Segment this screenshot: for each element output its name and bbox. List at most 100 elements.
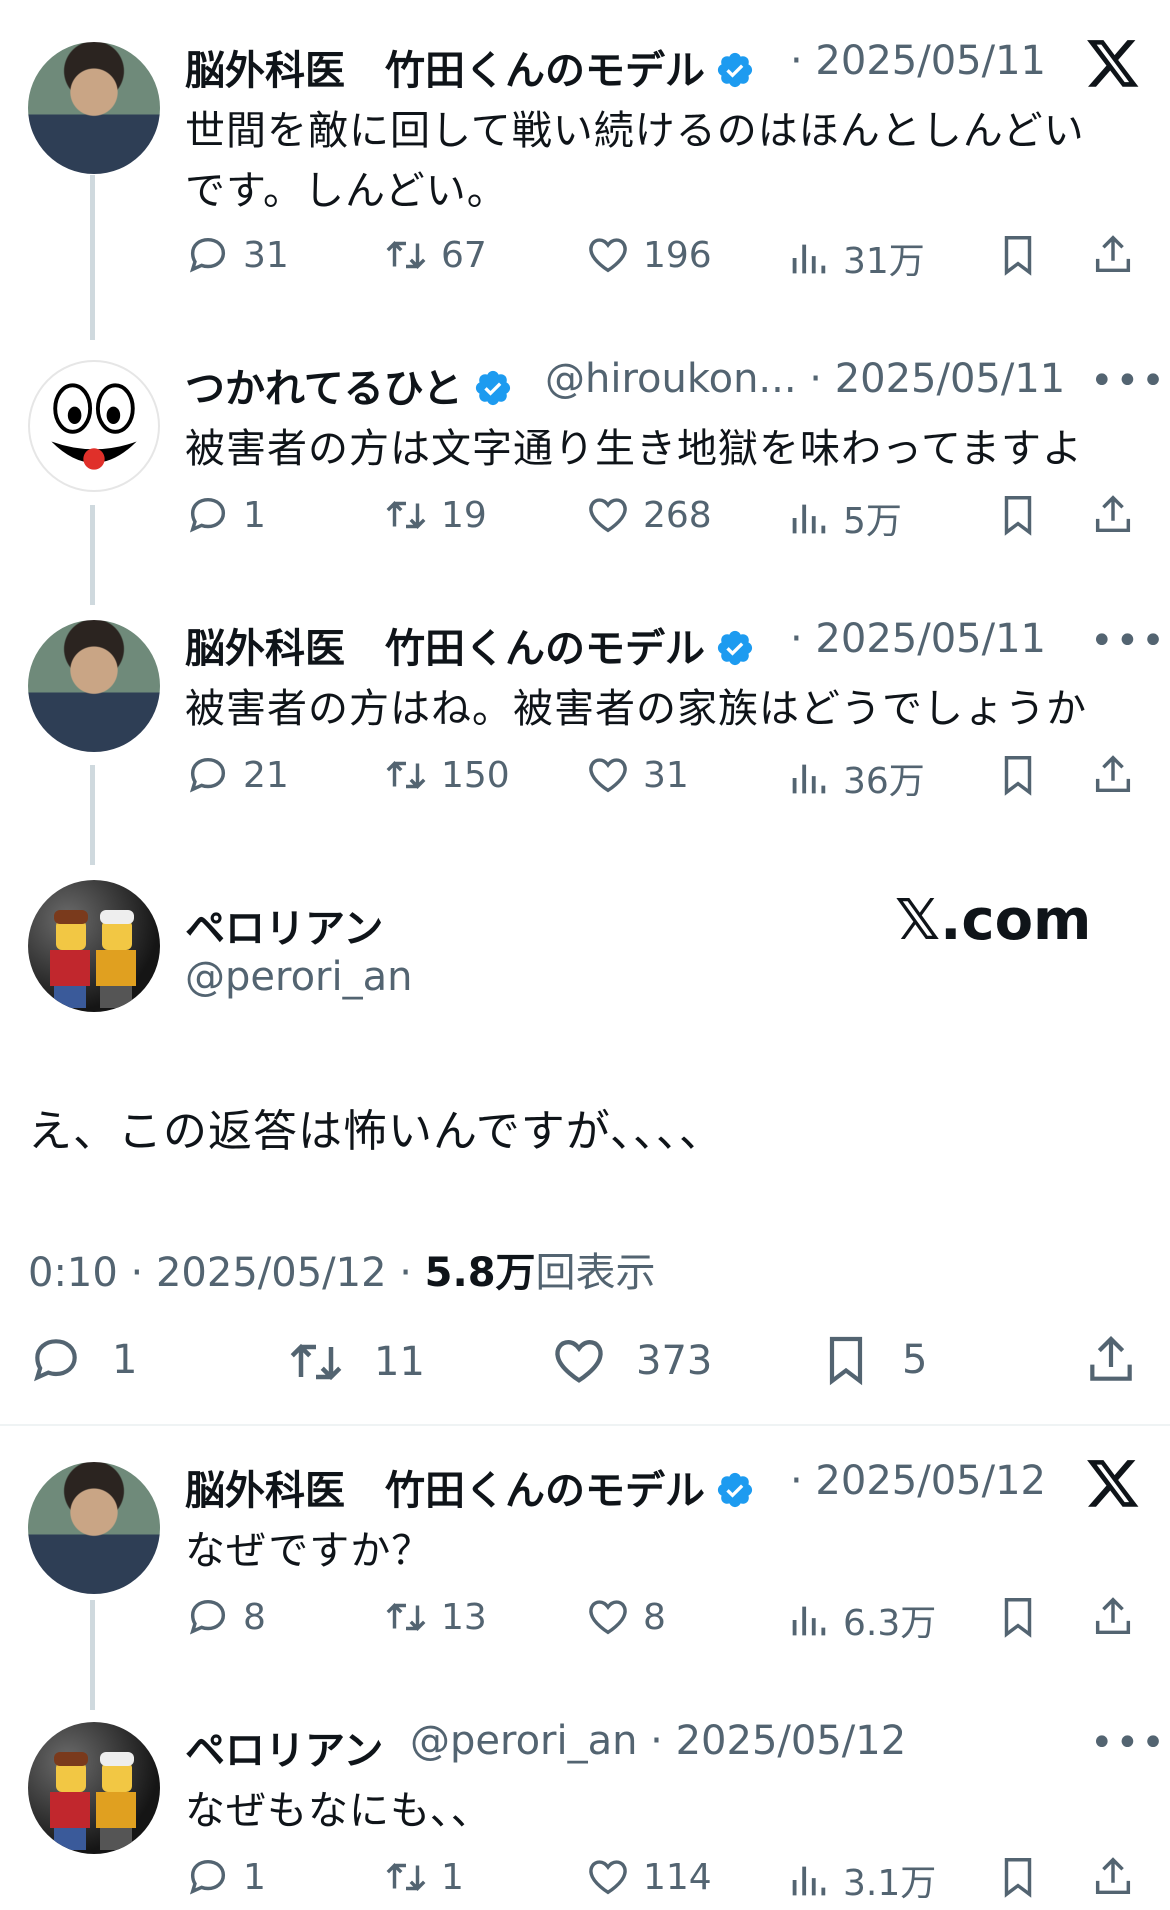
author-name[interactable]: ペロリアン <box>185 1718 383 1776</box>
verified-badge-icon <box>717 630 753 666</box>
x-logo-icon <box>1087 1460 1139 1507</box>
action-bar: 21 150 31 36万 <box>185 752 1145 808</box>
heart-icon <box>589 1860 627 1895</box>
repost-icon <box>386 1603 426 1631</box>
bookmark-icon <box>1004 1598 1032 1638</box>
post-timestamp: 0:10 · 2025/05/12 · 5.8万回表示 <box>28 1250 656 1296</box>
repost-icon <box>386 501 426 529</box>
reply-button[interactable]: 31 <box>185 232 289 278</box>
main-action-bar: 1 11 373 5 <box>28 1332 1148 1392</box>
author-name[interactable]: 脳外科医 竹田くんのモデル <box>185 1458 755 1516</box>
bookmark-button[interactable] <box>995 1594 1053 1640</box>
reply-icon <box>189 1859 226 1895</box>
post-text: 被害者の方はね。被害者の家族はどうでしょうか <box>185 686 1087 732</box>
post-meta: @hiroukon... · 2025/05/11 <box>545 356 1066 402</box>
share-button[interactable] <box>1090 752 1148 798</box>
like-button[interactable]: 373 <box>550 1332 712 1390</box>
heart-icon <box>589 238 627 273</box>
action-bar: 31 67 196 31万 <box>185 232 1145 288</box>
verified-badge-icon <box>717 52 753 88</box>
post-text: なぜですか？ <box>185 1528 433 1574</box>
repost-button[interactable]: 11 <box>286 1332 425 1392</box>
views-button[interactable]: 6.3万 <box>785 1594 936 1646</box>
author-name[interactable]: 脳外科医 竹田くんのモデル <box>185 38 755 96</box>
bookmark-button[interactable] <box>995 492 1053 538</box>
views-chart-icon <box>792 1606 826 1636</box>
views-button[interactable]: 31万 <box>785 232 925 284</box>
like-button[interactable]: 268 <box>585 492 712 538</box>
x-com-watermark: 𝕏.com <box>895 888 1092 953</box>
share-button[interactable] <box>1083 1332 1151 1388</box>
share-icon <box>1095 1597 1131 1635</box>
bookmark-icon <box>1004 236 1032 276</box>
reply-icon <box>189 757 226 793</box>
bookmark-icon <box>1004 496 1032 536</box>
repost-button[interactable]: 67 <box>383 232 487 278</box>
reply-button[interactable]: 1 <box>185 1854 266 1900</box>
share-icon <box>1095 235 1131 273</box>
more-options-button[interactable]: ••• <box>1090 618 1167 664</box>
repost-icon <box>290 1343 342 1381</box>
repost-button[interactable]: 150 <box>383 752 510 798</box>
bookmark-icon <box>1004 1858 1032 1898</box>
like-button[interactable]: 114 <box>585 1854 712 1900</box>
like-button[interactable]: 196 <box>585 232 712 278</box>
repost-button[interactable]: 1 <box>383 1854 464 1900</box>
reply-icon <box>189 1599 226 1635</box>
avatar[interactable] <box>28 360 160 492</box>
heart-icon <box>555 1339 603 1383</box>
repost-button[interactable]: 13 <box>383 1594 487 1640</box>
heart-icon <box>589 758 627 793</box>
author-handle[interactable]: @perori_an <box>185 954 412 1000</box>
views-chart-icon <box>792 244 826 274</box>
heart-icon <box>589 1600 627 1635</box>
post-meta: · 2025/05/11 <box>790 616 1046 662</box>
bookmark-button[interactable] <box>995 752 1053 798</box>
like-button[interactable]: 8 <box>585 1594 666 1640</box>
more-options-button[interactable]: ••• <box>1090 358 1167 404</box>
bookmark-button[interactable] <box>995 1854 1053 1900</box>
bookmark-button[interactable]: 5 <box>818 1332 927 1388</box>
post-text: なぜもなにも、、 <box>185 1788 492 1834</box>
post-text: え、この返答は怖いんですが、、、、 <box>28 1106 724 1157</box>
repost-icon <box>386 761 426 789</box>
views-button[interactable]: 36万 <box>785 752 925 804</box>
divider <box>0 1424 1170 1426</box>
reply-button[interactable]: 1 <box>185 492 266 538</box>
share-button[interactable] <box>1090 1854 1148 1900</box>
repost-button[interactable]: 19 <box>383 492 487 538</box>
share-button[interactable] <box>1090 232 1148 278</box>
views-button[interactable]: 5万 <box>785 492 902 544</box>
avatar[interactable] <box>28 1462 160 1594</box>
bookmark-button[interactable] <box>995 232 1053 278</box>
author-name[interactable]: つかれてるひと <box>185 356 513 414</box>
heart-icon <box>589 498 627 533</box>
avatar[interactable] <box>28 1722 160 1854</box>
share-icon <box>1095 755 1131 793</box>
share-button[interactable] <box>1090 492 1148 538</box>
views-button[interactable]: 3.1万 <box>785 1854 936 1906</box>
like-button[interactable]: 31 <box>585 752 689 798</box>
x-logo-icon <box>1087 40 1139 87</box>
verified-badge-icon <box>717 1472 753 1508</box>
avatar[interactable] <box>28 880 160 1012</box>
verified-badge-icon <box>475 370 510 406</box>
post-meta: @perori_an · 2025/05/12 <box>410 1718 907 1764</box>
post-text: 被害者の方は文字通り生き地獄を味わってますよ <box>185 426 1083 472</box>
repost-icon <box>386 241 426 269</box>
reply-button[interactable]: 8 <box>185 1594 266 1640</box>
avatar[interactable] <box>28 42 160 174</box>
thread-connector <box>90 175 95 340</box>
avatar[interactable] <box>28 620 160 752</box>
author-name[interactable]: 脳外科医 竹田くんのモデル <box>185 616 755 674</box>
reply-button[interactable]: 1 <box>28 1332 137 1388</box>
action-bar: 1 1 114 3.1万 <box>185 1854 1145 1910</box>
share-button[interactable] <box>1090 1594 1148 1640</box>
author-name[interactable]: ペロリアン <box>185 896 383 954</box>
reply-button[interactable]: 21 <box>185 752 289 798</box>
thread-connector <box>90 505 95 605</box>
more-options-button[interactable]: ••• <box>1090 1720 1167 1766</box>
views-chart-icon <box>792 1866 826 1896</box>
thread-connector <box>90 1600 95 1710</box>
action-bar: 8 13 8 6.3万 <box>185 1594 1145 1650</box>
